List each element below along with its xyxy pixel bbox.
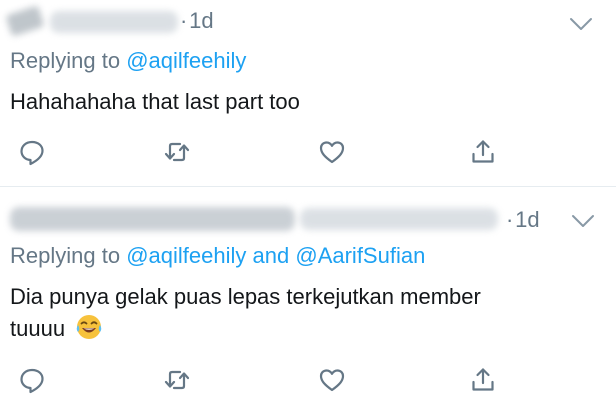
reply-button[interactable]: [14, 135, 50, 169]
reply-button[interactable]: [14, 363, 50, 397]
chevron-down-icon[interactable]: [568, 14, 594, 34]
blurred-author-name[interactable]: [50, 11, 178, 33]
blurred-avatar: [5, 5, 45, 37]
tweet-text: Hahahahaha that last part too: [10, 86, 300, 118]
like-button[interactable]: [314, 363, 350, 397]
share-button[interactable]: [465, 135, 501, 169]
face-with-tears-of-joy-icon: [76, 315, 102, 339]
blurred-author-name[interactable]: [10, 207, 295, 231]
chevron-down-icon[interactable]: [570, 211, 596, 231]
speech-bubble-icon: [20, 368, 44, 394]
heart-icon: [319, 141, 345, 164]
timestamp-dot: ·: [180, 8, 188, 33]
tweet-text-line: tuuuu: [10, 316, 66, 341]
share-button[interactable]: [465, 363, 501, 397]
retweet-icon: [164, 370, 190, 390]
retweet-button[interactable]: [159, 363, 195, 397]
tweet-text-line: Hahahahaha that last part too: [10, 89, 300, 114]
timestamp-text: 1d: [189, 8, 214, 33]
action-bar: [0, 363, 616, 397]
mention-link[interactable]: @aqilfeehily: [126, 243, 246, 268]
replying-prefix: Replying to: [10, 48, 121, 73]
tweet-text-line-2: tuuuu: [10, 313, 481, 345]
action-bar: [0, 135, 616, 169]
share-icon: [472, 140, 494, 163]
retweet-button[interactable]: [159, 135, 195, 169]
tweet-text-line: Dia punya gelak puas lepas terkejutkan m…: [10, 284, 481, 309]
tweet-text: Dia punya gelak puas lepas terkejutkan m…: [10, 281, 481, 345]
replying-prefix: Replying to: [10, 243, 121, 268]
mention-joiner: and: [252, 243, 290, 268]
replying-to: Replying to @aqilfeehily: [10, 48, 246, 74]
share-icon: [472, 368, 494, 391]
tweet-1[interactable]: · 1d Replying to @aqilfeehily Hahahahaha…: [0, 0, 616, 186]
timestamp[interactable]: · 1d: [506, 207, 540, 233]
timestamp[interactable]: · 1d: [180, 8, 214, 34]
tweet-2[interactable]: · 1d Replying to @aqilfeehily and @Aarif…: [0, 187, 616, 406]
timestamp-text: 1d: [515, 207, 540, 232]
replying-to: Replying to @aqilfeehily and @AarifSufia…: [10, 243, 425, 269]
mention-link[interactable]: @aqilfeehily: [126, 48, 246, 73]
heart-icon: [319, 369, 345, 392]
speech-bubble-icon: [20, 140, 44, 166]
blurred-author-handle[interactable]: [300, 208, 498, 230]
retweet-icon: [164, 142, 190, 162]
mention-link[interactable]: @AarifSufian: [295, 243, 425, 268]
like-button[interactable]: [314, 135, 350, 169]
timestamp-dot: ·: [506, 207, 514, 232]
